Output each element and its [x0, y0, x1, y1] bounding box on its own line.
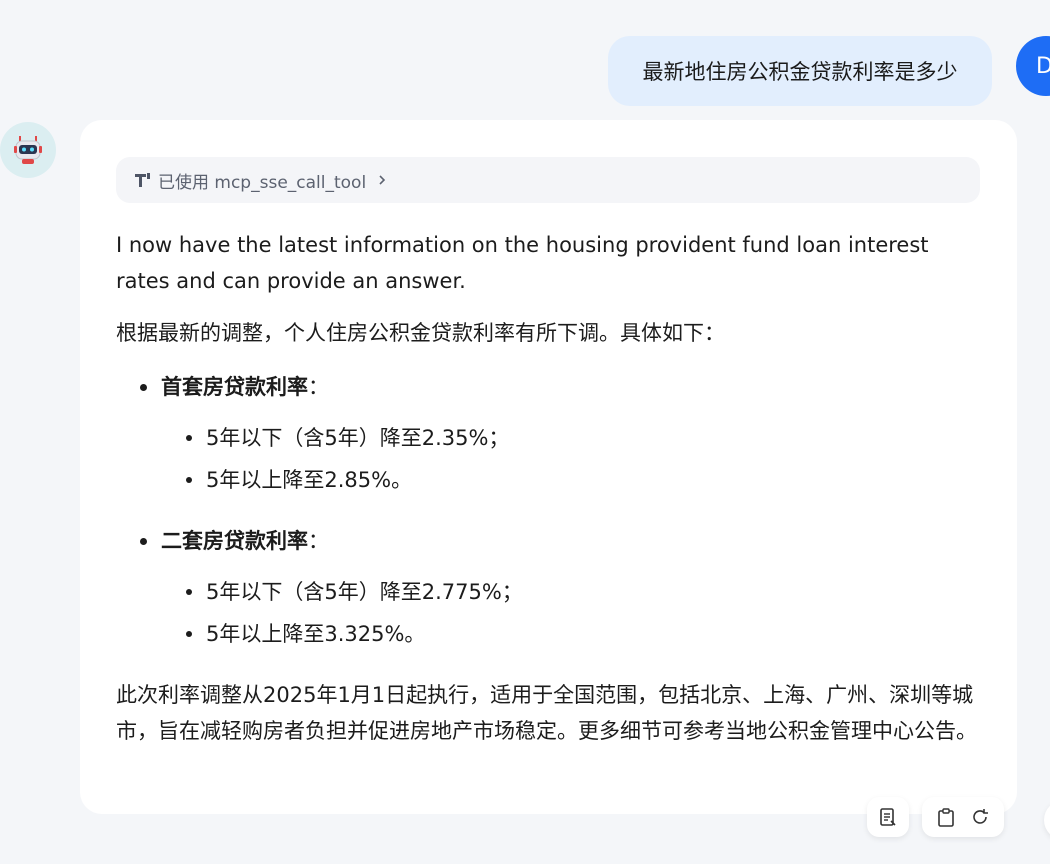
- answer-intro: I now have the latest information on the…: [116, 233, 929, 293]
- list-item: 5年以下（含5年）降至2.35%；: [161, 417, 986, 459]
- bot-avatar: [0, 122, 56, 178]
- message-actions: [922, 797, 1004, 837]
- list-item: 首套房贷款利率： 5年以下（含5年）降至2.35%； 5年以上降至2.85%。: [116, 369, 986, 501]
- assistant-message-card: 已使用 mcp_sse_call_tool I now have the lat…: [80, 120, 1017, 814]
- list-item: 二套房贷款利率： 5年以下（含5年）降至2.775%； 5年以上降至3.325%…: [116, 523, 986, 655]
- robot-icon: [14, 136, 42, 164]
- answer-content: I now have the latest information on the…: [116, 227, 986, 749]
- user-avatar-initial: D: [1036, 53, 1050, 79]
- rate-sections-list: 首套房贷款利率： 5年以下（含5年）降至2.35%； 5年以上降至2.85%。 …: [116, 369, 986, 655]
- chevron-right-icon: [379, 175, 386, 185]
- scroll-button[interactable]: [1044, 800, 1050, 840]
- answer-conclusion: 此次利率调整从2025年1月1日起执行，适用于全国范围，包括北京、上海、广州、深…: [116, 683, 977, 743]
- section-title: 首套房贷款利率: [161, 375, 308, 399]
- regenerate-button[interactable]: [969, 806, 991, 828]
- answer-summary: 根据最新的调整，个人住房公积金贷款利率有所下调。具体如下：: [116, 321, 725, 345]
- user-avatar[interactable]: D: [1016, 36, 1050, 96]
- list-item: 5年以上降至3.325%。: [161, 613, 986, 655]
- section-title: 二套房贷款利率: [161, 529, 308, 553]
- report-button[interactable]: [867, 797, 909, 837]
- tool-call-label: 已使用 mcp_sse_call_tool: [158, 172, 367, 193]
- rate-items-list: 5年以下（含5年）降至2.35%； 5年以上降至2.85%。: [161, 417, 986, 501]
- tool-call-toggle[interactable]: 已使用 mcp_sse_call_tool: [116, 157, 980, 203]
- rate-items-list: 5年以下（含5年）降至2.775%； 5年以上降至3.325%。: [161, 571, 986, 655]
- tool-icon: [135, 173, 150, 187]
- refresh-icon: [973, 809, 989, 824]
- clipboard-icon: [937, 808, 954, 827]
- user-message-bubble: 最新地住房公积金贷款利率是多少: [608, 36, 992, 106]
- list-item: 5年以上降至2.85%。: [161, 459, 986, 501]
- list-item: 5年以下（含5年）降至2.775%；: [161, 571, 986, 613]
- user-message-text: 最新地住房公积金贷款利率是多少: [642, 60, 958, 84]
- copy-button[interactable]: [935, 806, 957, 828]
- section-colon: ：: [308, 529, 329, 553]
- section-colon: ：: [308, 375, 329, 399]
- report-icon: [880, 808, 896, 826]
